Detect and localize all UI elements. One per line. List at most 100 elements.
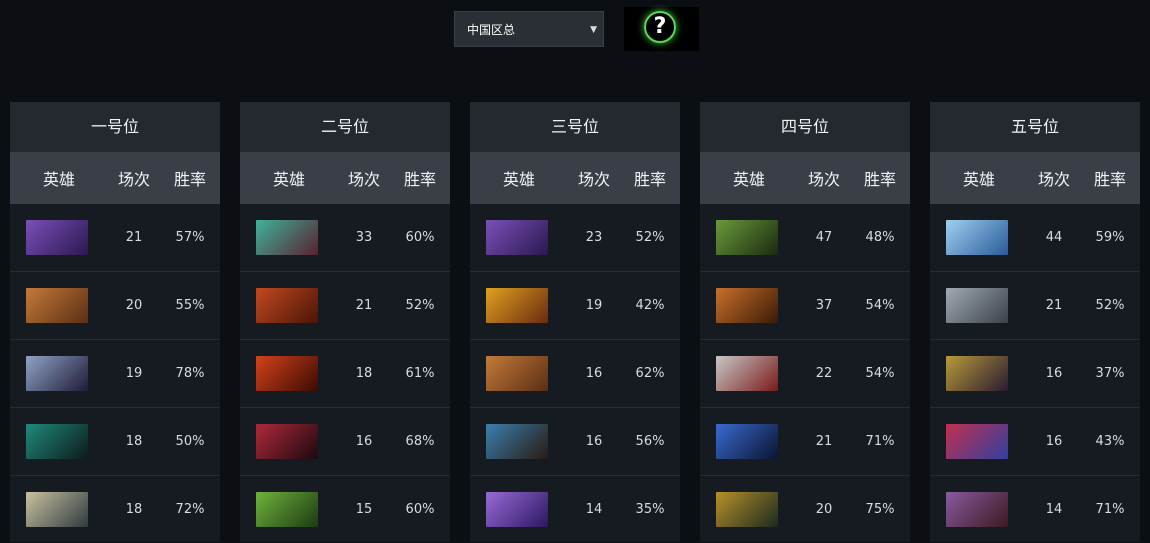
matches-value: 16 [1045,434,1063,449]
table-row: 21 52% [930,272,1140,340]
blue-night-stalker-hero-icon[interactable] [716,424,778,459]
golden-helmet-hero-icon[interactable] [716,492,778,527]
winrate-value: 54% [865,298,895,313]
blue-horned-beast-hero-icon[interactable] [486,424,548,459]
green-haired-vampire-hero-icon[interactable] [256,220,318,255]
position-panel-4: 四号位 英雄 场次 胜率 47 48% 37 54% 22 54% 21 71% 20 75% [700,102,910,542]
column-winrate-label: 胜率 [1093,170,1126,189]
matches-value: 21 [1045,298,1063,313]
brown-warrior-hero-icon[interactable] [486,356,548,391]
column-winrate-label: 胜率 [633,170,666,189]
help-button[interactable]: ? [624,7,699,51]
matches-value: 37 [815,298,833,313]
column-hero-label: 英雄 [962,170,995,189]
winrate-value: 55% [175,298,205,313]
winrate-value: 52% [635,230,665,245]
column-hero-label: 英雄 [502,170,535,189]
winrate-value: 71% [1095,502,1125,517]
column-hero-label: 英雄 [272,170,305,189]
matches-value: 33 [355,230,373,245]
winrate-value: 37% [1095,366,1125,381]
column-header: 英雄 场次 胜率 [470,152,680,204]
matches-value: 18 [125,434,143,449]
matches-value: 23 [585,230,603,245]
winrate-value: 68% [405,434,435,449]
table-row: 21 71% [700,408,910,476]
red-blue-shaman-hero-icon[interactable] [946,424,1008,459]
winrate-value: 62% [635,366,665,381]
matches-value: 14 [1045,502,1063,517]
matches-value: 19 [585,298,603,313]
matches-value: 18 [125,502,143,517]
column-header: 英雄 场次 胜率 [10,152,220,204]
position-panel-1: 一号位 英雄 场次 胜率 21 57% 20 55% 19 78% 18 50% 18 72% [10,102,220,542]
dark-haired-sorceress-hero-icon[interactable] [26,356,88,391]
winrate-value: 60% [405,230,435,245]
winrate-value: 60% [405,502,435,517]
winrate-value: 50% [175,434,205,449]
region-select-value: 中国区总 [467,23,516,37]
table-row: 19 42% [470,272,680,340]
white-robot-hero-icon[interactable] [716,356,778,391]
purple-faceless-hero-icon[interactable] [486,220,548,255]
panel-title: 四号位 [700,102,910,152]
dark-queen-hero-icon[interactable] [256,424,318,459]
purple-faceless-hero-icon[interactable] [26,220,88,255]
matches-value: 16 [355,434,373,449]
winrate-value: 43% [1095,434,1125,449]
grey-undead-hero-icon[interactable] [946,288,1008,323]
red-fire-demon-hero-icon[interactable] [256,356,318,391]
column-header: 英雄 场次 胜率 [240,152,450,204]
winrate-value: 54% [865,366,895,381]
question-mark-icon: ? [644,11,676,43]
winrate-value: 52% [405,298,435,313]
column-hero-label: 英雄 [42,170,75,189]
pale-spear-hero-icon[interactable] [26,492,88,527]
panel-title: 五号位 [930,102,1140,152]
golden-monkey-hero-icon[interactable] [486,288,548,323]
table-row: 33 60% [240,204,450,272]
ice-crystal-hero-icon[interactable] [946,220,1008,255]
table-row: 37 54% [700,272,910,340]
matches-value: 15 [355,502,373,517]
position-panel-2: 二号位 英雄 场次 胜率 33 60% 21 52% 18 61% 16 68% 15 60% [240,102,450,542]
matches-value: 16 [585,366,603,381]
column-matches-label: 场次 [347,170,380,189]
table-row: 22 54% [700,340,910,408]
table-row: 21 52% [240,272,450,340]
gold-dark-priest-hero-icon[interactable] [946,356,1008,391]
column-winrate-label: 胜率 [863,170,896,189]
winrate-value: 52% [1095,298,1125,313]
brown-warrior-hero-icon[interactable] [26,288,88,323]
green-armored-hero-icon[interactable] [716,220,778,255]
table-row: 16 62% [470,340,680,408]
red-armored-dragon-knight-hero-icon[interactable] [256,288,318,323]
table-row: 16 68% [240,408,450,476]
winrate-value: 72% [175,502,205,517]
matches-value: 44 [1045,230,1063,245]
table-row: 18 61% [240,340,450,408]
region-select[interactable]: 中国区总 ▼ [454,11,604,47]
column-matches-label: 场次 [807,170,840,189]
teal-dark-assassin-hero-icon[interactable] [26,424,88,459]
violet-mage-hero-icon[interactable] [486,492,548,527]
table-row: 20 55% [10,272,220,340]
table-row: 23 52% [470,204,680,272]
panel-title: 三号位 [470,102,680,152]
column-matches-label: 场次 [117,170,150,189]
table-row: 16 56% [470,408,680,476]
matches-value: 20 [125,298,143,313]
table-row: 44 59% [930,204,1140,272]
column-winrate-label: 胜率 [403,170,436,189]
table-row: 47 48% [700,204,910,272]
green-serpent-hero-icon[interactable] [256,492,318,527]
horned-demon-hero-icon[interactable] [946,492,1008,527]
winrate-value: 61% [405,366,435,381]
column-hero-label: 英雄 [732,170,765,189]
matches-value: 21 [355,298,373,313]
bearded-dwarf-hero-icon[interactable] [716,288,778,323]
column-header: 英雄 场次 胜率 [700,152,910,204]
winrate-value: 56% [635,434,665,449]
matches-value: 21 [815,434,833,449]
matches-value: 22 [815,366,833,381]
